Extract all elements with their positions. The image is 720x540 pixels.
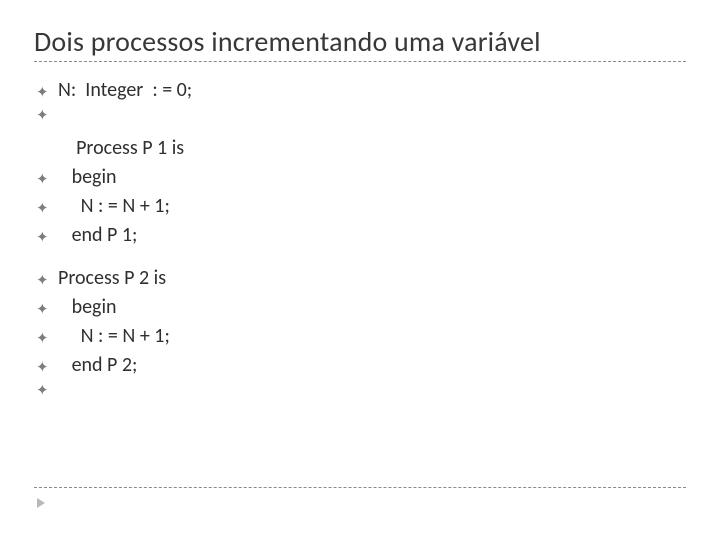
slide-marker-icon (37, 498, 45, 508)
code-line: ✦ N: Integer : = 0; (36, 76, 686, 105)
bullet-icon: ✦ (36, 228, 58, 250)
bullet-icon: ✦ (36, 199, 58, 221)
bullet-icon: ✦ (36, 300, 58, 322)
code-line: Process P 1 is (36, 134, 686, 163)
code-line: ✦ begin (36, 293, 686, 322)
code-line: ✦ begin (36, 163, 686, 192)
bullet-icon: ✦ (36, 381, 58, 403)
slide-title: Dois processos incrementando uma variáve… (34, 24, 686, 59)
code-text: end P 2; (58, 351, 686, 380)
code-text: begin (58, 293, 686, 322)
blank-line (36, 250, 686, 264)
code-line: ✦ Process P 2 is (36, 264, 686, 293)
bullet-icon: ✦ (36, 358, 58, 380)
bullet-icon: ✦ (36, 106, 58, 128)
code-text: N : = N + 1; (58, 192, 686, 221)
code-text: Process P 2 is (58, 264, 686, 293)
code-line: ✦ end P 1; (36, 221, 686, 250)
bottom-divider (34, 487, 686, 488)
code-line: ✦ (36, 380, 686, 409)
code-line: ✦ end P 2; (36, 351, 686, 380)
bullet-icon: ✦ (36, 170, 58, 192)
code-line: ✦ (36, 105, 686, 134)
code-text: end P 1; (58, 221, 686, 250)
bullet-icon: ✦ (36, 329, 58, 351)
code-line: ✦ N : = N + 1; (36, 192, 686, 221)
title-divider (34, 61, 686, 62)
code-text: N: Integer : = 0; (58, 76, 686, 105)
slide: Dois processos incrementando uma variáve… (0, 0, 720, 540)
code-text: begin (58, 163, 686, 192)
code-block: ✦ N: Integer : = 0; ✦ Process P 1 is ✦ b… (34, 76, 686, 409)
code-line: ✦ N : = N + 1; (36, 322, 686, 351)
bullet-icon: ✦ (36, 271, 58, 293)
bullet-icon: ✦ (36, 83, 58, 105)
code-text: Process P 1 is (58, 134, 686, 163)
code-text: N : = N + 1; (58, 322, 686, 351)
